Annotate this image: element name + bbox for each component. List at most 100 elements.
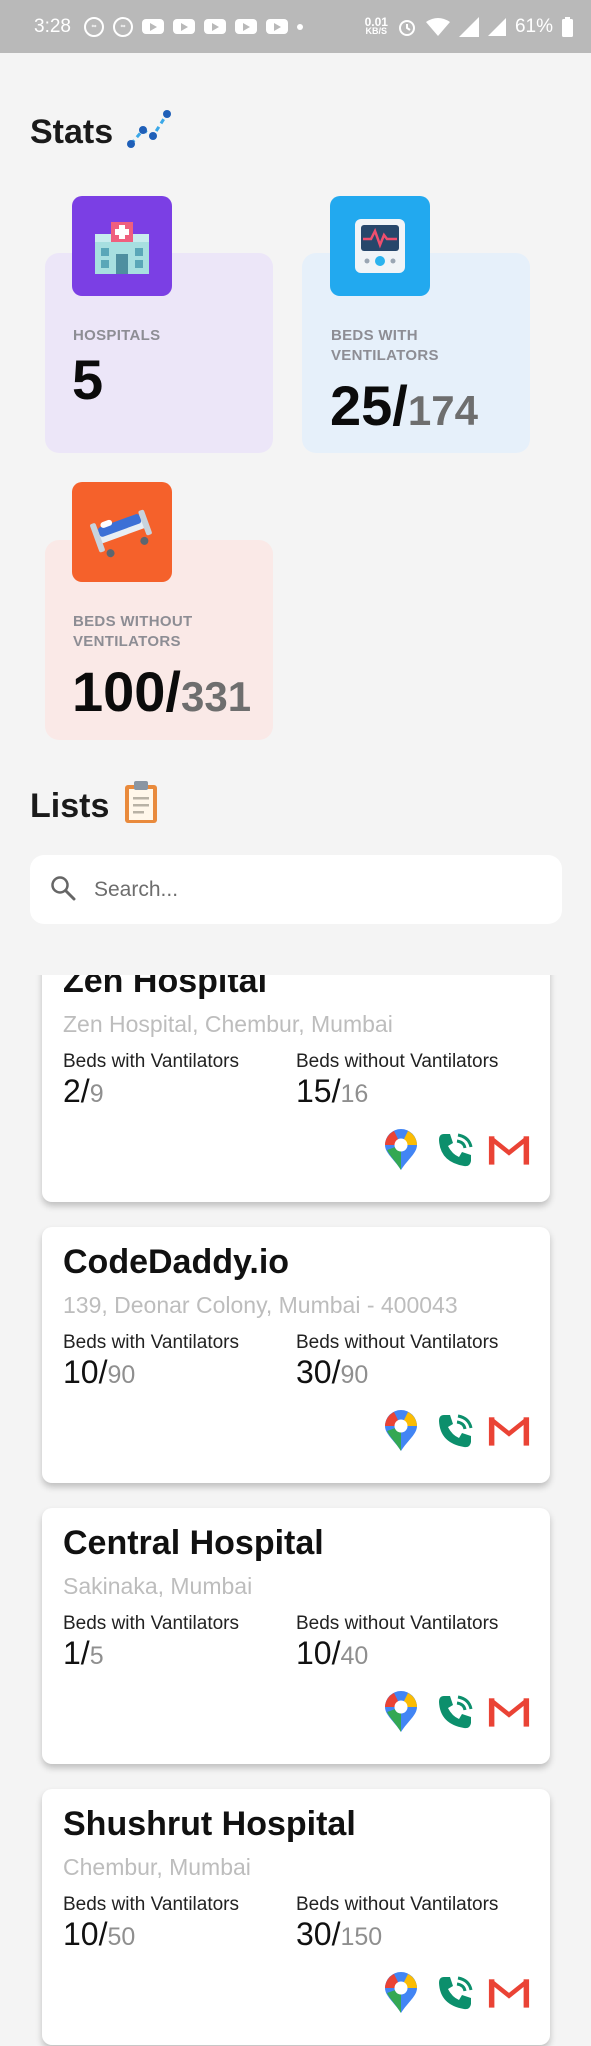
hospital-name: Shushrut Hospital xyxy=(63,1805,356,1843)
battery-icon xyxy=(562,16,573,37)
total-count: 50 xyxy=(107,1923,136,1951)
clipboard-icon xyxy=(123,780,159,833)
available-count: 30/ xyxy=(296,1354,341,1390)
status-bar: 3:28 ∞ ∞ 0.01 KB/S 61% xyxy=(0,0,591,53)
total-count: 5 xyxy=(89,1642,104,1670)
nonvent-beds-value: 30/150 xyxy=(296,1916,382,1953)
hospital-address: Zen Hospital, Chembur, Mumbai xyxy=(63,1011,393,1037)
hospital-card[interactable]: Shushrut Hospital Chembur, Mumbai Beds w… xyxy=(42,1789,550,2045)
vent-beds-value: 1/5 xyxy=(63,1635,104,1672)
available-count: 25/ xyxy=(330,374,408,437)
available-count: 100/ xyxy=(72,660,181,723)
nonvent-beds-label: Beds without Vantilators xyxy=(296,1332,499,1353)
more-notifications-dot-icon xyxy=(296,23,303,30)
youtube-notification-icon xyxy=(172,19,195,34)
hospital-actions xyxy=(380,1129,530,1171)
lists-title: Lists xyxy=(30,787,110,825)
phone-call-icon[interactable] xyxy=(434,1410,476,1452)
youtube-notification-icon xyxy=(203,19,226,34)
stat-value-beds-with-ventilators: 25/174 xyxy=(330,378,478,439)
available-count: 15/ xyxy=(296,1073,341,1109)
total-count: 331 xyxy=(181,673,252,720)
gmail-icon[interactable] xyxy=(488,1972,530,2014)
nonvent-beds-label: Beds without Vantilators xyxy=(296,1613,499,1634)
available-count: 2/ xyxy=(63,1073,90,1109)
hospital-icon xyxy=(72,196,172,296)
stat-label-text: BEDS WITH VENTILATORS xyxy=(331,327,439,364)
gmail-icon[interactable] xyxy=(488,1410,530,1452)
google-maps-icon[interactable] xyxy=(380,1972,422,2014)
search-input[interactable] xyxy=(94,877,534,902)
available-count: 10/ xyxy=(63,1916,108,1952)
stat-label-beds-with-ventilators: BEDS WITH VENTILATORS xyxy=(331,326,466,366)
gmail-icon[interactable] xyxy=(488,1129,530,1171)
status-bar-left: 3:28 ∞ ∞ xyxy=(34,16,303,38)
stats-heading: Stats xyxy=(30,108,172,157)
network-speed: 0.01 KB/S xyxy=(365,16,388,36)
total-count: 174 xyxy=(407,387,478,434)
youtube-notification-icon xyxy=(265,19,288,34)
hospital-bed-icon xyxy=(72,482,172,582)
hospital-name: Central Hospital xyxy=(63,1524,324,1562)
stat-label-hospitals: HOSPITALS xyxy=(73,327,161,344)
clock-time: 3:28 xyxy=(34,15,71,37)
total-count: 90 xyxy=(340,1361,369,1389)
phone-call-icon[interactable] xyxy=(434,1972,476,2014)
total-count: 150 xyxy=(340,1923,383,1951)
search-bar[interactable] xyxy=(30,855,562,924)
hospital-card[interactable]: CodeDaddy.io 139, Deonar Colony, Mumbai … xyxy=(42,1227,550,1483)
stats-title: Stats xyxy=(30,113,114,151)
phone-call-icon[interactable] xyxy=(434,1691,476,1733)
signal-strength-icon xyxy=(458,16,479,37)
hospital-name: CodeDaddy.io xyxy=(63,1243,290,1281)
youtube-notification-icon xyxy=(141,19,164,34)
vent-beds-value: 10/50 xyxy=(63,1916,135,1953)
hospital-actions xyxy=(380,1410,530,1452)
signal-strength-icon xyxy=(487,17,506,36)
hospital-address: 139, Deonar Colony, Mumbai - 400043 xyxy=(63,1292,458,1318)
youtube-notification-icon xyxy=(234,19,257,34)
total-count: 16 xyxy=(340,1080,369,1108)
vent-beds-label: Beds with Vantilators xyxy=(63,1332,240,1353)
notification-app-icon: ∞ xyxy=(83,16,104,37)
available-count: 10/ xyxy=(63,1354,108,1390)
hospital-actions xyxy=(380,1972,530,2014)
hospital-card[interactable]: Zen Hospital Zen Hospital, Chembur, Mumb… xyxy=(42,975,550,1202)
hospital-name: Zen Hospital xyxy=(63,975,268,1000)
status-bar-right: 0.01 KB/S 61% xyxy=(365,16,573,38)
available-count: 10/ xyxy=(296,1635,341,1671)
chart-trend-icon xyxy=(127,108,172,157)
total-count: 90 xyxy=(107,1361,136,1389)
total-count: 40 xyxy=(340,1642,369,1670)
nonvent-beds-value: 30/90 xyxy=(296,1354,368,1391)
hospital-address: Chembur, Mumbai xyxy=(63,1854,251,1880)
stat-value-beds-without-ventilators: 100/331 xyxy=(72,664,251,725)
google-maps-icon[interactable] xyxy=(380,1129,422,1171)
stat-label-text: BEDS WITHOUT VENTILATORS xyxy=(73,613,193,650)
available-count: 30/ xyxy=(296,1916,341,1952)
lists-heading: Lists xyxy=(30,780,159,833)
hospitals-count: 5 xyxy=(72,348,104,411)
hospital-list[interactable]: Zen Hospital Zen Hospital, Chembur, Mumb… xyxy=(0,975,591,2046)
vent-beds-value: 10/90 xyxy=(63,1354,135,1391)
network-speed-unit: KB/S xyxy=(365,25,388,36)
phone-call-icon[interactable] xyxy=(434,1129,476,1171)
google-maps-icon[interactable] xyxy=(380,1691,422,1733)
search-icon xyxy=(50,875,76,905)
nonvent-beds-label: Beds without Vantilators xyxy=(296,1051,499,1072)
nonvent-beds-value: 10/40 xyxy=(296,1635,368,1672)
ventilator-monitor-icon xyxy=(330,196,430,296)
nonvent-beds-value: 15/16 xyxy=(296,1073,368,1110)
hospital-actions xyxy=(380,1691,530,1733)
hospital-address: Sakinaka, Mumbai xyxy=(63,1573,253,1599)
google-maps-icon[interactable] xyxy=(380,1410,422,1452)
gmail-icon[interactable] xyxy=(488,1691,530,1733)
nonvent-beds-label: Beds without Vantilators xyxy=(296,1894,499,1915)
stat-label-beds-without-ventilators: BEDS WITHOUT VENTILATORS xyxy=(73,612,223,652)
notification-app-icon: ∞ xyxy=(112,16,133,37)
vent-beds-label: Beds with Vantilators xyxy=(63,1051,240,1072)
hospital-card[interactable]: Central Hospital Sakinaka, Mumbai Beds w… xyxy=(42,1508,550,1764)
vent-beds-value: 2/9 xyxy=(63,1073,104,1110)
alarm-icon xyxy=(397,17,417,37)
wifi-icon xyxy=(425,17,450,36)
